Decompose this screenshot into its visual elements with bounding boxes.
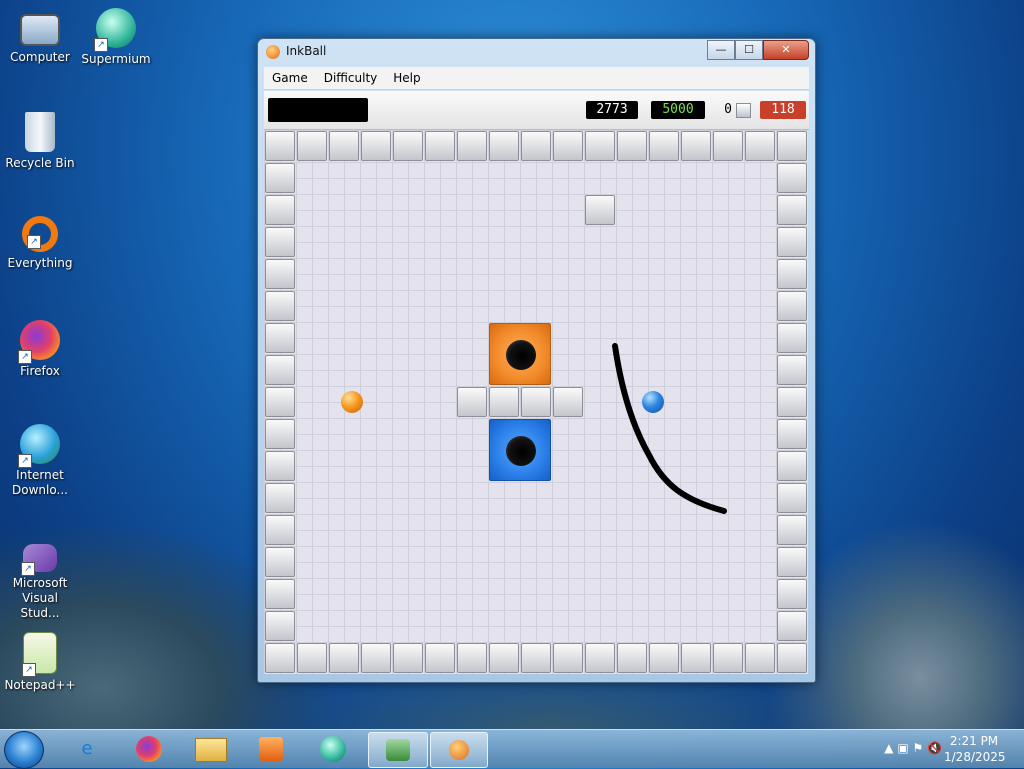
game-board[interactable] xyxy=(264,130,808,674)
score-bar: 2773 5000 0 118 xyxy=(264,91,809,130)
menu-game[interactable]: Game xyxy=(264,71,316,85)
target-score-counter: 5000 xyxy=(651,101,705,119)
inkball-app-icon xyxy=(266,45,280,59)
balls-remaining-counter: 0 xyxy=(724,102,732,117)
status-display xyxy=(268,98,368,122)
desktop-icon-recycle-bin[interactable]: Recycle Bin xyxy=(2,112,78,171)
close-button[interactable]: ✕ xyxy=(763,40,809,60)
shortcut-arrow-icon: ↗ xyxy=(22,663,36,677)
globe-download-icon: ↗ xyxy=(18,424,60,468)
menu-bar: Game Difficulty Help xyxy=(264,67,809,90)
shortcut-arrow-icon: ↗ xyxy=(18,350,32,364)
recycle-bin-icon xyxy=(25,112,55,152)
start-button[interactable] xyxy=(4,731,44,769)
desktop-icon-firefox[interactable]: ↗ Firefox xyxy=(2,320,78,379)
desktop-icon-label: Everything xyxy=(7,256,73,270)
window-title: InkBall xyxy=(286,44,327,58)
desktop-icon-label: Firefox xyxy=(20,364,60,378)
taskbar: e ▲ ▣ ⚑ 🔇 2:21 PM 1/28/2025 xyxy=(0,729,1024,769)
firefox-taskbar-icon[interactable] xyxy=(124,732,174,766)
desktop-icon-internet-download-manager[interactable]: ↗ Internet Downlo... xyxy=(2,424,78,498)
firefox-icon: ↗ xyxy=(18,320,60,364)
desktop-icon-label: Recycle Bin xyxy=(5,156,75,170)
network-app-taskbar-icon[interactable] xyxy=(368,732,428,768)
shortcut-arrow-icon: ↗ xyxy=(21,562,35,576)
everything-icon: ↗ xyxy=(22,216,58,252)
score-counter: 2773 xyxy=(586,101,638,119)
clock-date: 1/28/2025 xyxy=(944,750,1006,764)
time-counter: 118 xyxy=(760,101,806,119)
taskbar-clock[interactable]: 2:21 PM 1/28/2025 xyxy=(944,733,1006,765)
window-titlebar[interactable]: InkBall — ☐ ✕ xyxy=(258,39,815,65)
shortcut-arrow-icon: ↗ xyxy=(94,38,108,52)
ink-stroke xyxy=(612,343,727,514)
internet-explorer-taskbar-icon[interactable]: e xyxy=(62,732,112,766)
computer-icon xyxy=(20,14,60,46)
media-player-taskbar-icon[interactable] xyxy=(246,732,296,766)
desktop-icon-everything[interactable]: ↗ Everything xyxy=(2,216,78,271)
desktop-icon-computer[interactable]: Computer xyxy=(2,8,78,65)
notepad-plus-plus-icon: ↗ xyxy=(22,632,57,677)
maximize-button[interactable]: ☐ xyxy=(735,40,763,60)
visual-studio-icon: ↗ xyxy=(21,544,57,576)
desktop-icon-supermium[interactable]: ↗ Supermium xyxy=(78,8,154,67)
desktop-icon-label: Notepad++ xyxy=(4,678,76,692)
desktop-icon-label: Microsoft Visual Stud... xyxy=(12,576,68,620)
clock-time: 2:21 PM xyxy=(949,734,999,748)
menu-help[interactable]: Help xyxy=(385,71,428,85)
supermium-icon: ↗ xyxy=(94,8,136,52)
shortcut-arrow-icon: ↗ xyxy=(18,454,32,468)
desktop-icon-visual-studio[interactable]: ↗ Microsoft Visual Stud... xyxy=(2,540,78,621)
minimize-button[interactable]: — xyxy=(707,40,735,60)
file-explorer-taskbar-icon[interactable] xyxy=(186,732,236,766)
shortcut-arrow-icon: ↗ xyxy=(27,235,41,249)
desktop-icon-notepad-plus-plus[interactable]: ↗ Notepad++ xyxy=(2,632,78,693)
ball-count-icon xyxy=(736,103,751,118)
system-tray-icons[interactable]: ▲ ▣ ⚑ 🔇 xyxy=(884,741,942,755)
inkball-taskbar-icon[interactable] xyxy=(430,732,488,768)
menu-difficulty[interactable]: Difficulty xyxy=(316,71,386,85)
supermium-taskbar-icon[interactable] xyxy=(308,732,358,766)
desktop-icon-label: Computer xyxy=(10,50,70,64)
desktop-icon-label: Internet Downlo... xyxy=(12,468,68,497)
desktop-icon-label: Supermium xyxy=(81,52,151,66)
